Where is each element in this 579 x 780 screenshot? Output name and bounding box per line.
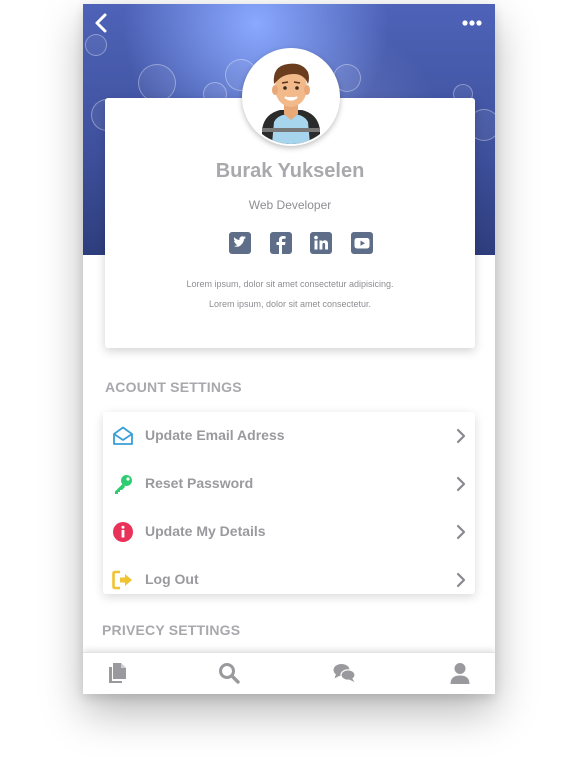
profile-role: Web Developer [248, 198, 332, 212]
bokeh-bubble [85, 34, 107, 56]
back-chevron-icon[interactable] [91, 12, 113, 34]
profile-name: Burak Yukselen [215, 160, 365, 182]
menu-label-reset-password: Reset Password [145, 475, 254, 491]
profile-bio-line-1: Lorem ipsum, dolor sit amet consectetur … [186, 279, 394, 289]
account-settings-heading: ACOUNT SETTINGS [105, 379, 242, 395]
social-links [229, 232, 373, 256]
linkedin-icon[interactable] [310, 232, 333, 254]
info-icon [113, 522, 133, 542]
menu-item-update-details[interactable]: Update My Details [103, 508, 475, 556]
profile-bio-line-2: Lorem ipsum, dolor sit amet consectetur. [208, 299, 372, 309]
documents-icon[interactable] [105, 661, 129, 685]
envelope-open-icon [113, 426, 133, 445]
facebook-icon[interactable] [269, 232, 292, 254]
youtube-icon[interactable] [350, 232, 373, 254]
app-screen: Burak Yukselen Web Developer Lorem ipsum… [83, 4, 495, 694]
account-settings-menu: Update Email Adress Reset Password Updat… [103, 412, 475, 594]
bokeh-bubble [138, 64, 176, 102]
user-icon[interactable] [448, 661, 472, 685]
menu-item-update-email[interactable]: Update Email Adress [103, 412, 475, 460]
sign-out-icon [112, 570, 132, 590]
privacy-settings-heading: PRIVECY SETTINGS [102, 622, 241, 638]
more-options-icon[interactable] [461, 14, 483, 32]
avatar-illustration-icon [244, 50, 338, 144]
avatar [242, 48, 340, 146]
twitter-icon[interactable] [229, 232, 251, 254]
menu-label-update-email: Update Email Adress [145, 427, 285, 443]
menu-label-log-out: Log Out [145, 571, 199, 587]
key-icon [115, 475, 132, 494]
chat-icon[interactable] [332, 661, 356, 685]
menu-item-log-out[interactable]: Log Out [103, 556, 475, 604]
chevron-right-icon [456, 524, 466, 540]
chevron-right-icon [456, 476, 466, 492]
chevron-right-icon [456, 428, 466, 444]
bottom-tab-bar [83, 652, 495, 694]
chevron-right-icon [456, 572, 466, 588]
menu-item-reset-password[interactable]: Reset Password [103, 460, 475, 508]
menu-label-update-details: Update My Details [145, 523, 266, 539]
search-icon[interactable] [217, 661, 241, 685]
